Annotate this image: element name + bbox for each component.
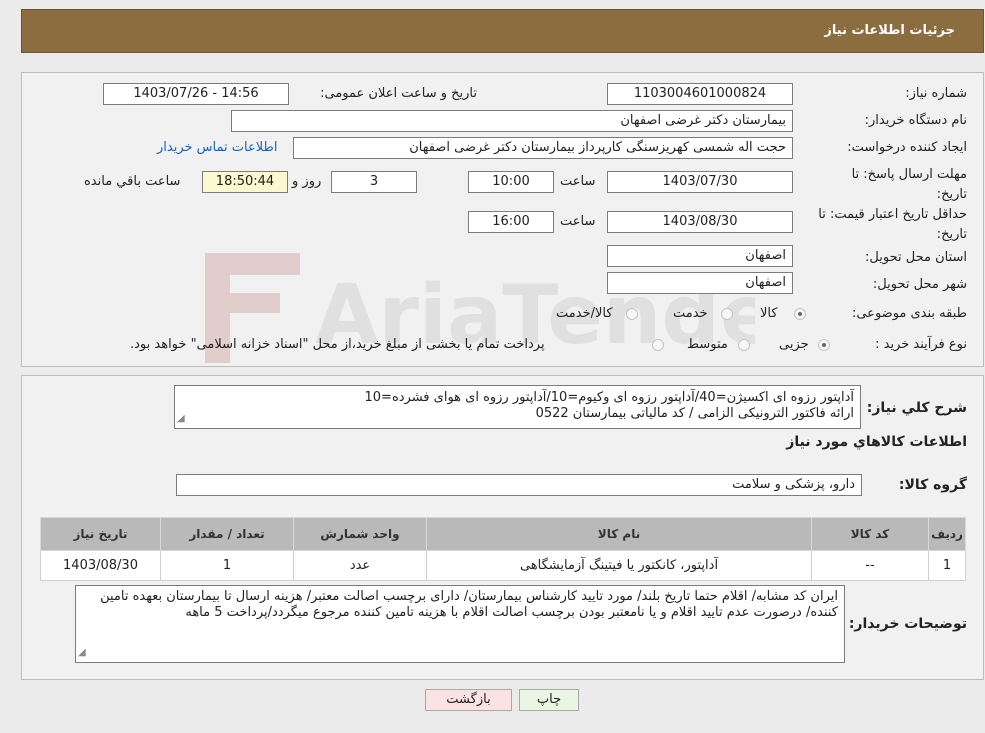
remaining-time-field: 18:50:44	[202, 171, 288, 193]
purchase-option-medium: متوسط	[687, 337, 728, 352]
cell-qty: 1	[160, 550, 294, 581]
table-header-row: رديف کد کالا نام کالا واحد شمارش تعداد /…	[40, 517, 966, 551]
price-time-label: ساعت	[560, 214, 596, 229]
need-number-label: شماره نیاز:	[905, 86, 967, 101]
col-name: نام کالا	[426, 517, 812, 551]
category-radio-goods[interactable]	[794, 308, 806, 320]
col-unit: واحد شمارش	[293, 517, 427, 551]
summary-textarea[interactable]: آداپتور رزوه ای اکسیژن=40/آداپتور رزوه ا…	[174, 385, 861, 429]
summary-line-1: آداپتور رزوه ای اکسیژن=40/آداپتور رزوه ا…	[364, 390, 855, 405]
announce-field: 1403/07/26 - 14:56	[103, 83, 289, 105]
reply-time-field: 10:00	[468, 171, 554, 193]
buyer-notes-label: توضیحات خریدار:	[848, 616, 967, 632]
goods-group-label: گروه کالا:	[898, 477, 967, 493]
category-radio-service[interactable]	[721, 308, 733, 320]
price-validity-label: حداقل تاریخ اعتبار قیمت: تا تاریخ:	[807, 205, 967, 245]
creator-label: ایجاد کننده درخواست:	[847, 140, 967, 155]
category-option-both: کالا/خدمت	[556, 306, 613, 321]
summary-label: شرح کلي نياز:	[866, 400, 967, 416]
days-label: روز و	[292, 174, 322, 189]
days-field: 3	[331, 171, 417, 193]
price-date-field: 1403/08/30	[607, 211, 793, 233]
buyer-org-label: نام دستگاه خریدار:	[864, 113, 967, 128]
province-label: استان محل تحویل:	[865, 250, 967, 265]
announce-label: تاریخ و ساعت اعلان عمومی:	[320, 86, 477, 101]
price-time-field: 16:00	[468, 211, 554, 233]
cell-row: 1	[928, 550, 966, 581]
city-label: شهر محل تحویل:	[872, 277, 967, 292]
page-title: جزئیات اطلاعات نیاز	[824, 23, 955, 38]
col-date: تاریخ نیاز	[40, 517, 161, 551]
table-row: 1 -- آداپتور، کانکتور یا فیتینگ آزمایشگا…	[40, 550, 966, 581]
summary-line-2: ارائه فاکتور الترونیکی الزامی / کد مالیا…	[535, 406, 854, 421]
back-button[interactable]: بازگشت	[425, 689, 512, 711]
buyer-org-field: بیمارستان دکتر غرضی اصفهان	[231, 110, 793, 132]
category-option-service: خدمت	[673, 306, 708, 321]
category-option-goods: کالا	[760, 306, 778, 321]
resize-grip-icon[interactable]: ◢	[177, 411, 185, 427]
purchase-type-label: نوع فرآیند خرید :	[875, 337, 967, 352]
purchase-note: پرداخت تمام یا بخشی از مبلغ خرید،از محل …	[130, 337, 545, 352]
cell-unit: عدد	[293, 550, 427, 581]
buyer-notes-text: ایران کد مشابه/ اقلام حتما تاریخ بلند/ م…	[100, 589, 838, 620]
goods-table: رديف کد کالا نام کالا واحد شمارش تعداد /…	[40, 517, 966, 581]
remaining-label: ساعت باقي مانده	[84, 174, 181, 189]
category-radio-both[interactable]	[626, 308, 638, 320]
col-code: کد کالا	[811, 517, 929, 551]
cell-name: آداپتور، کانکتور یا فیتینگ آزمایشگاهی	[426, 550, 812, 581]
reply-date-field: 1403/07/30	[607, 171, 793, 193]
reply-deadline-label: مهلت ارسال پاسخ: تا تاریخ:	[819, 165, 967, 205]
reply-time-label: ساعت	[560, 174, 596, 189]
creator-field: حجت اله شمسی کهریزسنگی کارپرداز بیمارستا…	[293, 137, 793, 159]
purchase-radio-medium[interactable]	[738, 339, 750, 351]
cell-date: 1403/08/30	[40, 550, 161, 581]
price-validity-text: حداقل تاریخ اعتبار قیمت: تا تاریخ:	[818, 207, 967, 242]
buyer-notes-textarea[interactable]: ایران کد مشابه/ اقلام حتما تاریخ بلند/ م…	[75, 585, 845, 663]
print-button[interactable]: چاپ	[519, 689, 579, 711]
city-field: اصفهان	[607, 272, 793, 294]
goods-info-title: اطلاعات کالاهاي مورد نياز	[786, 434, 967, 450]
reply-deadline-text: مهلت ارسال پاسخ: تا تاریخ:	[851, 167, 967, 202]
purchase-radio-treasury[interactable]	[652, 339, 664, 351]
need-number-field: 1103004601000824	[607, 83, 793, 105]
goods-group-field: دارو، پزشکی و سلامت	[176, 474, 862, 496]
province-field: اصفهان	[607, 245, 793, 267]
col-qty: تعداد / مقدار	[160, 517, 294, 551]
buyer-contact-link[interactable]: اطلاعات تماس خریدار	[157, 140, 277, 155]
cell-code: --	[811, 550, 929, 581]
page-header: جزئیات اطلاعات نیاز	[21, 9, 984, 53]
col-row: رديف	[928, 517, 966, 551]
purchase-option-minor: جزیی	[779, 337, 809, 352]
category-label: طبقه بندی موضوعی:	[851, 306, 967, 321]
resize-grip-icon[interactable]: ◢	[78, 645, 86, 661]
purchase-radio-minor[interactable]	[818, 339, 830, 351]
